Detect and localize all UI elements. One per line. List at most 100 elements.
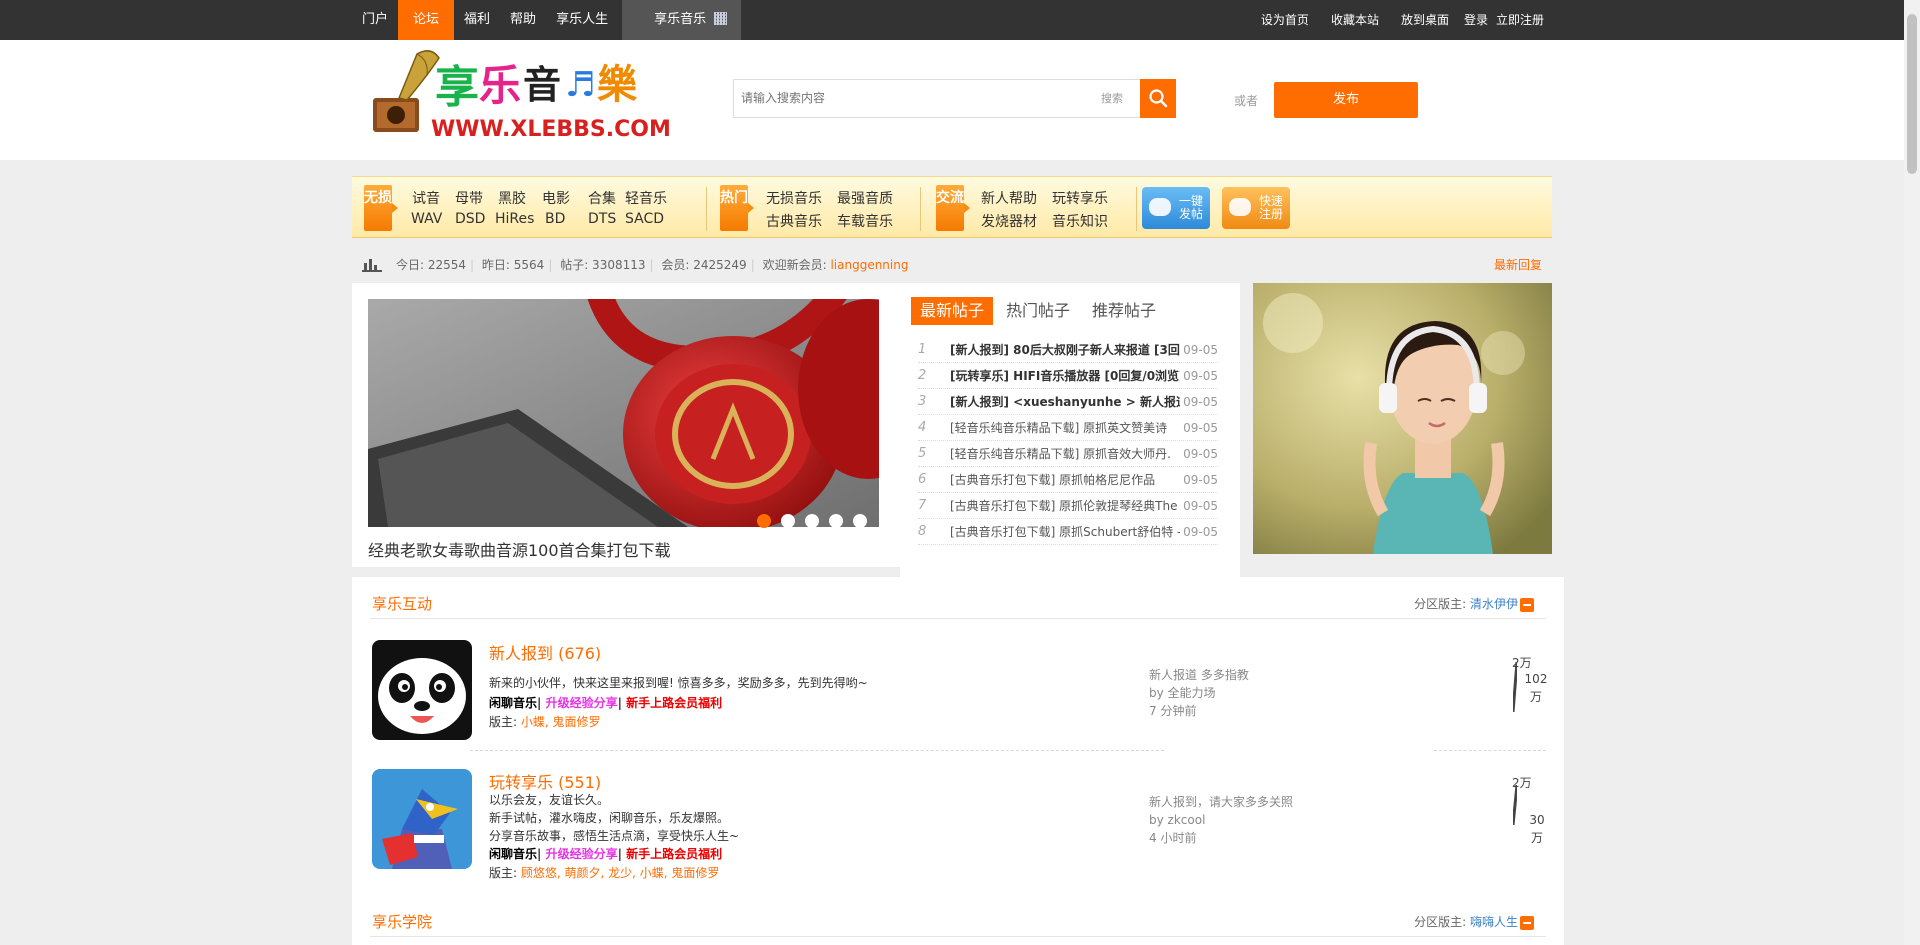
site-header: 享 乐 音 ♬ 樂 WWW.XLEBBS.COM 搜索: [0, 40, 1904, 160]
sublink-upgrade-exp[interactable]: 升级经验分享: [546, 847, 618, 861]
slider-dot[interactable]: [829, 514, 843, 528]
register-link[interactable]: 立即注册: [1492, 0, 1548, 40]
cat-link-equipment[interactable]: 发烧器材: [981, 211, 1037, 231]
promo-image[interactable]: [1253, 283, 1552, 554]
post-date: 09-05: [1183, 525, 1218, 539]
cat-link-dsd[interactable]: DSD: [455, 211, 485, 227]
slider-dot[interactable]: [805, 514, 819, 528]
sublink-newbie-welfare[interactable]: 新手上路会员福利: [626, 847, 722, 861]
new-member-link[interactable]: lianggenning: [830, 258, 908, 272]
post-title[interactable]: [古典音乐打包下载] 原抓伦敦提琴经典The: [950, 493, 1180, 518]
cat-link-best-quality[interactable]: 最强音质: [837, 188, 893, 208]
cat-link-light-music[interactable]: 轻音乐: [625, 188, 667, 208]
cat-link-trial[interactable]: 试音: [412, 188, 440, 208]
sublink-upgrade-exp[interactable]: 升级经验分享: [546, 696, 618, 710]
cat-link-sacd[interactable]: SACD: [625, 211, 664, 227]
nav-forum[interactable]: 论坛: [398, 0, 455, 40]
scrollbar-thumb[interactable]: [1907, 14, 1917, 174]
cat-link-hires[interactable]: HiRes: [495, 211, 534, 227]
moderator-link[interactable]: 嗨嗨人生: [1470, 915, 1518, 929]
post-title[interactable]: [轻音乐纯音乐精品下载] 原抓英文赞美诗: [950, 415, 1180, 440]
forum-avatar-panda[interactable]: [372, 640, 472, 740]
cat-link-classical[interactable]: 古典音乐: [766, 211, 822, 231]
cat-link-lossless-music[interactable]: 无损音乐: [766, 188, 822, 208]
post-rank: 7: [918, 498, 927, 513]
stat-members: 会员: 2425249: [661, 258, 747, 272]
bookmark-link[interactable]: 收藏本站: [1320, 0, 1390, 40]
cat-link-play-xle[interactable]: 玩转享乐: [1052, 188, 1108, 208]
sublink-newbie-welfare[interactable]: 新手上路会员福利: [626, 696, 722, 710]
publish-button[interactable]: 发布: [1274, 82, 1418, 118]
collapse-icon[interactable]: [1520, 598, 1534, 612]
search-button[interactable]: [1140, 79, 1176, 118]
tab-hot-posts[interactable]: 热门帖子: [997, 297, 1079, 325]
forum-name[interactable]: 新人报到 (676): [489, 640, 601, 664]
nav-welfare[interactable]: 福利: [454, 0, 500, 40]
cat-link-newbie-help[interactable]: 新人帮助: [981, 188, 1037, 208]
nav-life[interactable]: 享乐人生: [546, 0, 618, 40]
section-title[interactable]: 享乐学院: [372, 907, 432, 937]
post-title[interactable]: [古典音乐打包下载] 原抓Schubert舒伯特 -: [950, 519, 1180, 544]
post-row: 2 [玩转享乐] HIFI音乐播放器 [0回复/0浏览] 09-05: [918, 363, 1218, 389]
login-link[interactable]: 登录: [1460, 0, 1492, 40]
post-date: 09-05: [1183, 369, 1218, 383]
moderator-link[interactable]: 小蝶, 鬼面修罗: [521, 715, 601, 729]
qr-code-icon[interactable]: [714, 12, 728, 25]
slider-dot[interactable]: [853, 514, 867, 528]
quick-register-button[interactable]: 快速 注册: [1222, 187, 1290, 229]
forum-name[interactable]: 玩转享乐 (551): [489, 769, 601, 793]
nav-music[interactable]: 享乐音乐: [622, 0, 742, 40]
search-input[interactable]: [741, 80, 1101, 117]
post-tabs: 最新帖子 热门帖子 推荐帖子: [911, 297, 1169, 325]
or-label: 或者: [1234, 94, 1259, 108]
cat-link-collection[interactable]: 合集: [588, 188, 616, 208]
set-homepage-link[interactable]: 设为首页: [1250, 0, 1320, 40]
quick-register-label: 快速 注册: [1258, 194, 1283, 221]
post-title[interactable]: [新人报到] <xueshanyunhe > 新人报道: [950, 389, 1180, 414]
collapse-icon[interactable]: [1520, 916, 1534, 930]
quick-post-button[interactable]: 一键 发帖: [1142, 187, 1210, 229]
cat-link-car-music[interactable]: 车载音乐: [837, 211, 893, 231]
latest-reply-link[interactable]: 最新回复: [1494, 255, 1542, 275]
tab-recommended-posts[interactable]: 推荐帖子: [1083, 297, 1165, 325]
last-post-title[interactable]: 新人报到，请大家多多关照: [1149, 795, 1293, 809]
forum-divider: [470, 750, 1164, 751]
slider-dot[interactable]: [757, 514, 771, 528]
moderator-link[interactable]: 清水伊伊: [1470, 597, 1518, 611]
panda-icon: [372, 640, 472, 740]
forum-row: 玩转享乐 (551) 以乐会友，友谊长久。 新手试帖，灌水嗨皮，闲聊音乐，乐友爆…: [370, 769, 1546, 880]
section-title[interactable]: 享乐互动: [372, 589, 432, 619]
slider-dot[interactable]: [781, 514, 795, 528]
forum-sublinks: 闲聊音乐| 升级经验分享| 新手上路会员福利: [489, 847, 723, 861]
nav-portal[interactable]: 门户: [352, 0, 398, 40]
cat-link-movie[interactable]: 电影: [542, 188, 570, 208]
desktop-shortcut-link[interactable]: 放到桌面: [1390, 0, 1460, 40]
sublink-chat-music[interactable]: 闲聊音乐: [489, 847, 537, 861]
nav-help[interactable]: 帮助: [500, 0, 546, 40]
cat-link-wav[interactable]: WAV: [411, 211, 442, 227]
last-post-title[interactable]: 新人报道 多多指教: [1149, 668, 1249, 682]
post-title[interactable]: [古典音乐打包下载] 原抓帕格尼尼作品: [950, 467, 1180, 492]
post-title[interactable]: [新人报到] 80后大叔刚子新人来报道 [3回: [950, 337, 1180, 362]
forum-moderators: 版主: 小蝶, 鬼面修罗: [489, 715, 601, 729]
cat-link-master[interactable]: 母带: [455, 188, 483, 208]
sublink-chat-music[interactable]: 闲聊音乐: [489, 696, 537, 710]
category-bar: 无损 试音 母带 黑胶 电影 合集 轻音乐 WAV DSD HiRes BD D…: [352, 176, 1552, 238]
slide-caption[interactable]: 经典老歌女毒歌曲音源100首合集打包下载: [368, 537, 671, 561]
slider-pagination: [757, 514, 877, 528]
site-logo[interactable]: 享 乐 音 ♬ 樂 WWW.XLEBBS.COM: [369, 46, 671, 150]
cat-link-dts[interactable]: DTS: [588, 211, 616, 227]
tab-latest-posts[interactable]: 最新帖子: [911, 297, 994, 325]
forum-posts-count: 30万: [1529, 813, 1545, 845]
forum-avatar-falco[interactable]: [372, 769, 472, 869]
post-title[interactable]: [玩转享乐] HIFI音乐播放器 [0回复/0浏览]: [950, 363, 1180, 388]
forum-moderators: 版主: 顾悠悠, 萌颜夕, 龙少, 小蝶, 鬼面修罗: [489, 866, 720, 880]
post-title[interactable]: [轻音乐纯音乐精品下载] 原抓音效大师丹.: [950, 441, 1180, 466]
page-scrollbar[interactable]: [1904, 0, 1920, 945]
cat-link-bd[interactable]: BD: [545, 211, 565, 227]
moderator-link[interactable]: 顾悠悠, 萌颜夕, 龙少, 小蝶, 鬼面修罗: [521, 866, 720, 880]
slide-image[interactable]: [368, 299, 879, 527]
cat-link-music-knowledge[interactable]: 音乐知识: [1052, 211, 1108, 231]
cat-link-vinyl[interactable]: 黑胶: [498, 188, 526, 208]
svg-text:享: 享: [435, 62, 479, 113]
